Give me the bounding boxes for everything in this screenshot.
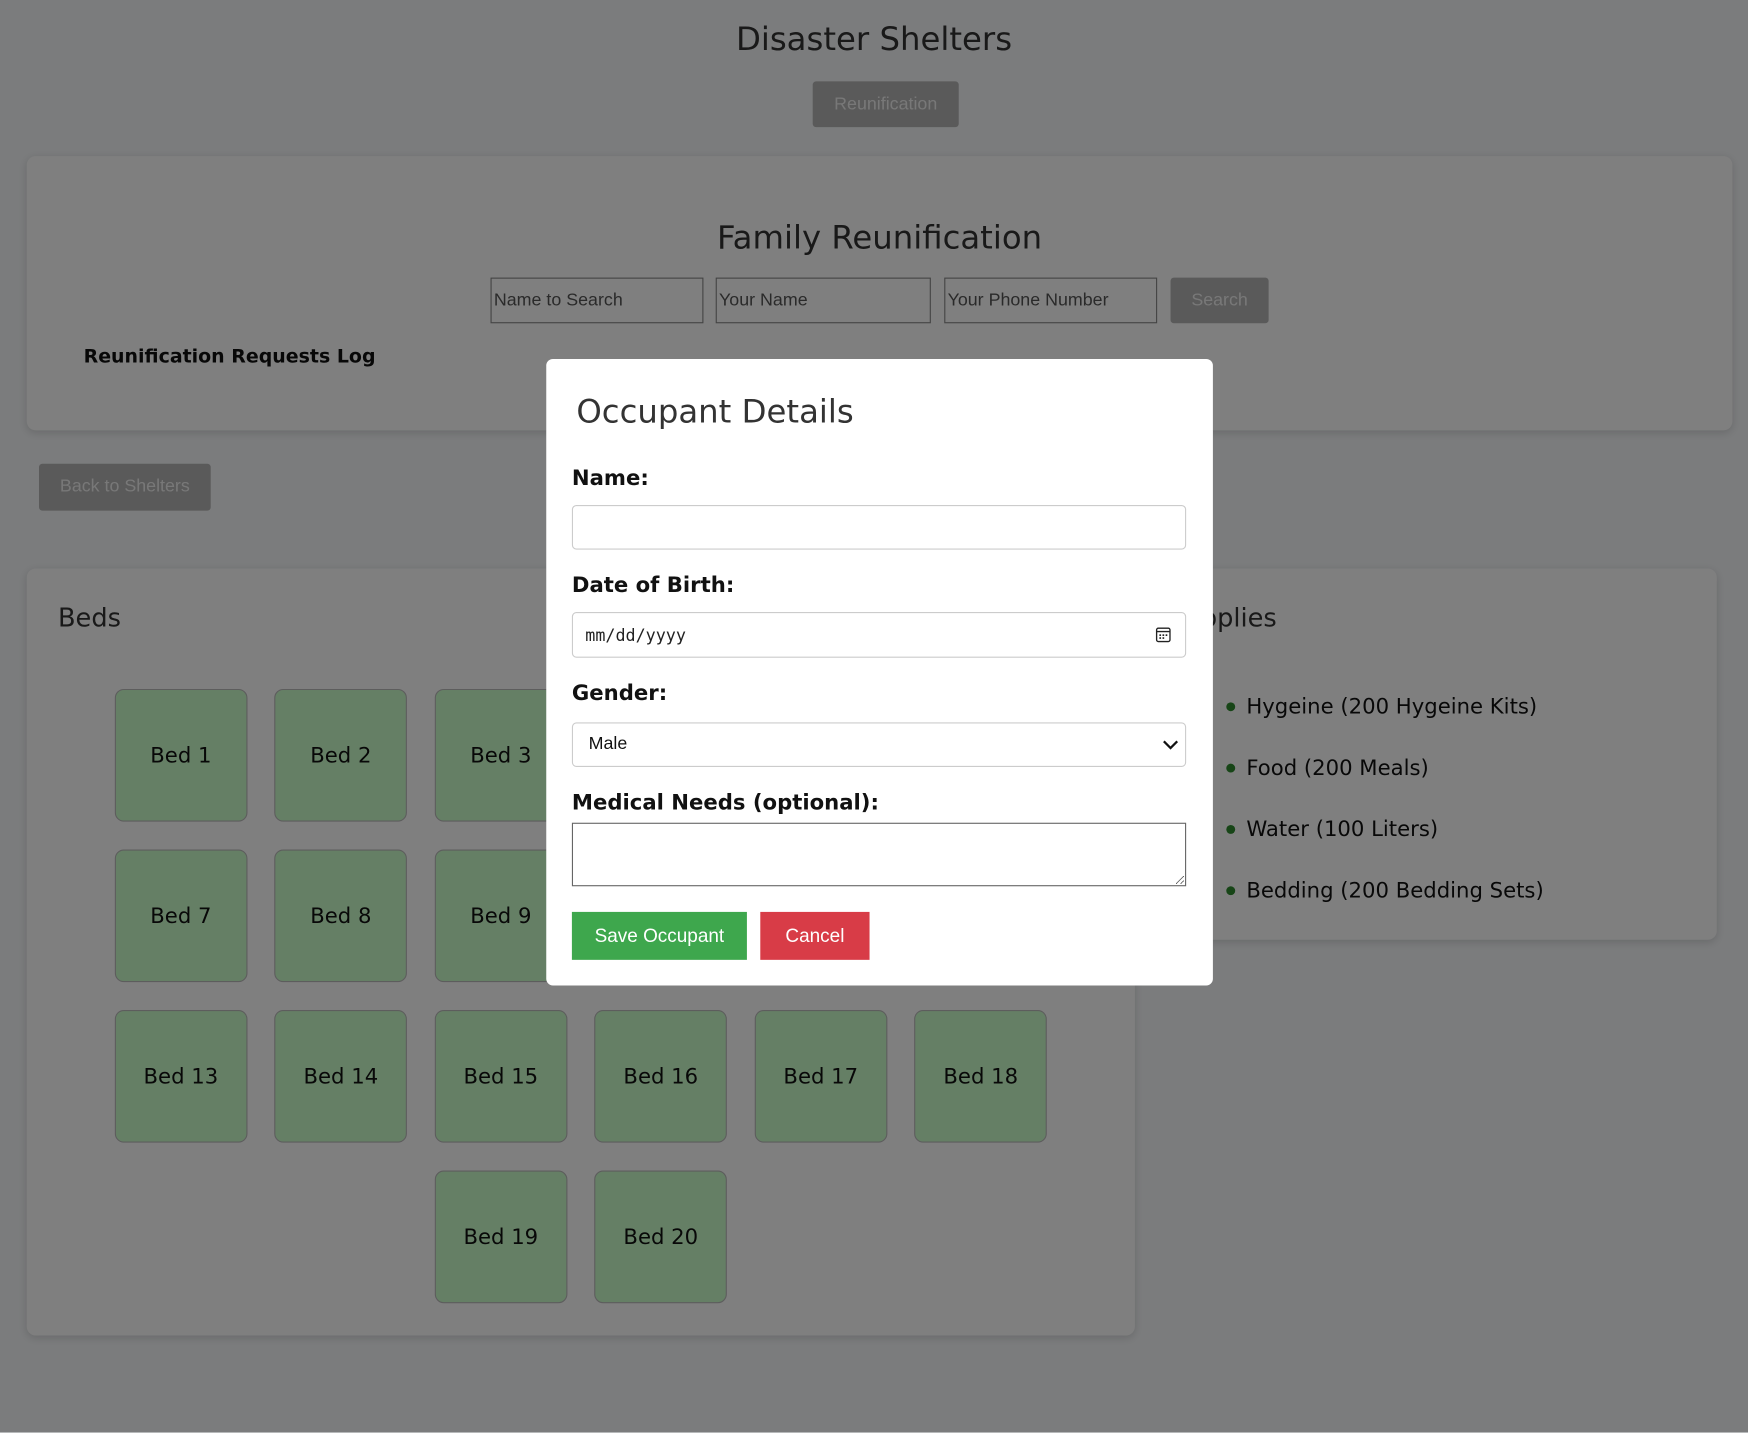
occupant-name-input[interactable] (571, 505, 1187, 550)
dob-input[interactable]: mm/dd/yyyy (571, 612, 1187, 658)
cancel-button[interactable]: Cancel (760, 911, 870, 960)
name-label: Name: (571, 465, 649, 491)
dob-placeholder: mm/dd/yyyy (585, 625, 686, 646)
gender-selected-value: Male (588, 734, 628, 754)
gender-label: Gender: (571, 681, 668, 706)
gender-select[interactable]: Male (571, 722, 1187, 767)
occupant-details-modal: Occupant Details Name: Date of Birth: mm… (546, 358, 1213, 986)
dob-label: Date of Birth: (571, 573, 735, 598)
calendar-icon[interactable] (1155, 627, 1172, 644)
save-occupant-button[interactable]: Save Occupant (571, 911, 747, 960)
medical-needs-label: Medical Needs (optional): (571, 790, 879, 815)
chevron-down-icon (1163, 740, 1179, 750)
modal-title: Occupant Details (576, 392, 854, 431)
medical-needs-textarea[interactable] (571, 822, 1187, 887)
